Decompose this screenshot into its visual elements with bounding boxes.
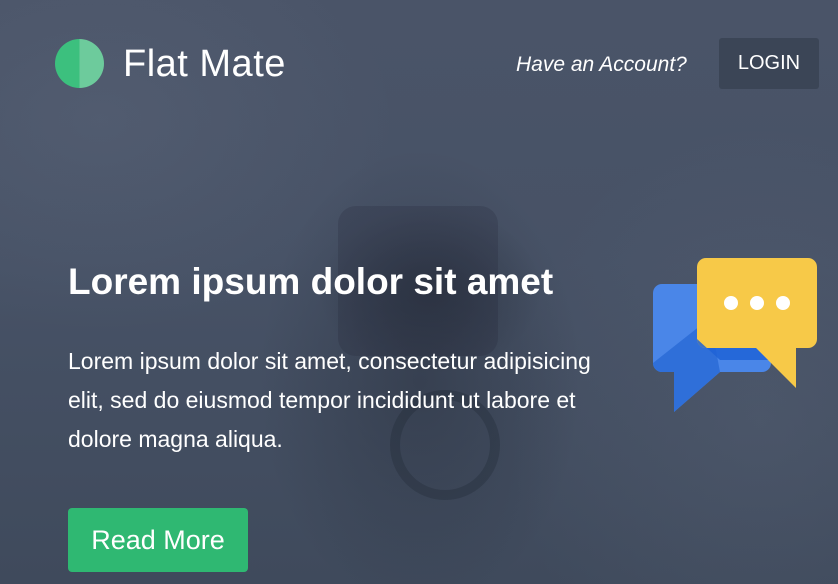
chat-bubbles-icon: [653, 258, 817, 412]
hero-headline: Lorem ipsum dolor sit amet: [68, 261, 554, 302]
half-circle-logo-icon: [55, 39, 104, 88]
login-button[interactable]: LOGIN: [719, 38, 819, 89]
top-navbar: Flat Mate Have an Account? LOGIN: [0, 0, 838, 130]
brand-name: Flat Mate: [123, 42, 286, 85]
brand-logo[interactable]: Flat Mate: [55, 39, 286, 88]
have-account-link[interactable]: Have an Account?: [516, 52, 687, 78]
hero-description: Lorem ipsum dolor sit amet, consectetur …: [68, 348, 591, 452]
read-more-button[interactable]: Read More: [68, 508, 248, 572]
